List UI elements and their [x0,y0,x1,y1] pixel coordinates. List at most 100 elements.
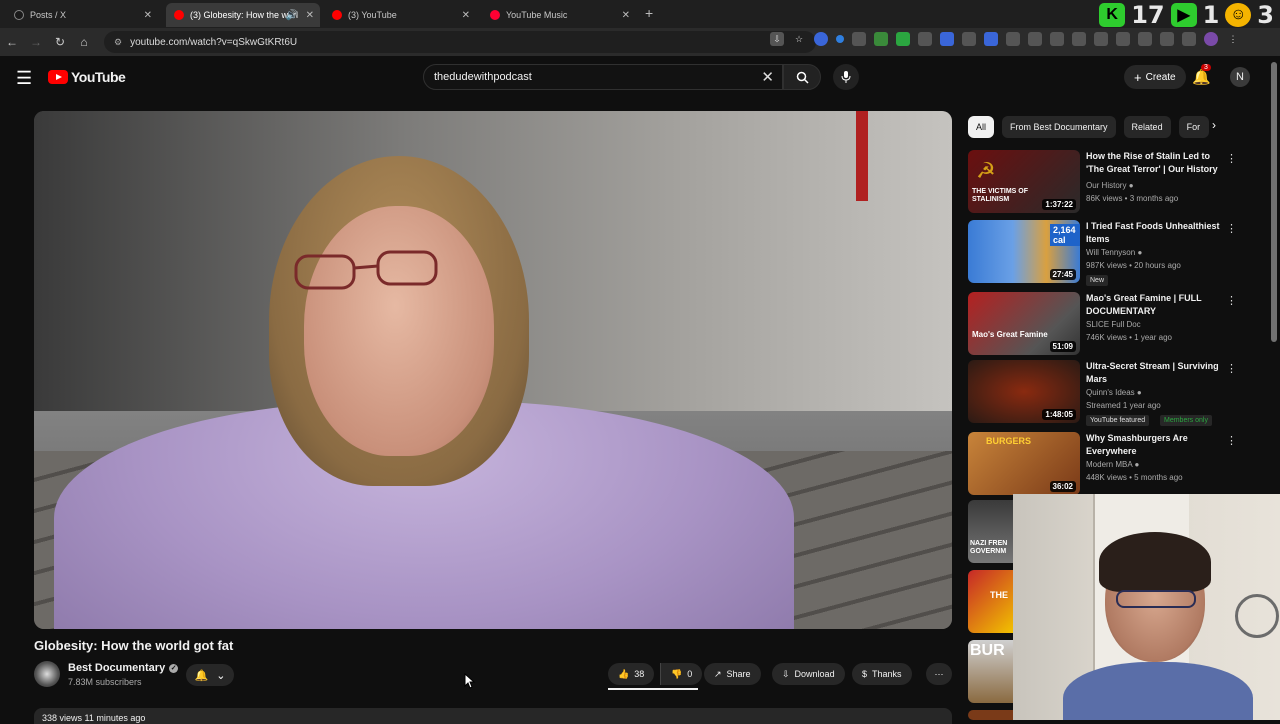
dislike-button[interactable]: 👎 0 [660,663,703,685]
more-vertical-icon[interactable]: ⋮ [1226,294,1237,307]
extension-icon[interactable] [962,32,976,46]
forward-icon[interactable]: → [24,35,48,49]
extension-icon[interactable] [836,35,844,43]
recommendation-item[interactable]: 2,164 cal 27:45 I Tried Fast Foods Unhea… [968,220,1248,286]
chip-from-channel[interactable]: From Best Documentary [1002,116,1116,138]
search-input[interactable]: thedudewithpodcast ✕ [423,64,783,90]
recommendation-channel[interactable]: Our History ● [1086,181,1134,190]
more-vertical-icon[interactable]: ⋮ [1226,222,1237,235]
chip-all[interactable]: All [968,116,995,138]
extension-icon[interactable] [1072,32,1086,46]
k-icon: K [1099,3,1126,27]
recommendation-channel[interactable]: SLICE Full Doc [1086,320,1141,329]
recommendation-title[interactable]: Mao's Great Famine | FULL DOCUMENTARY [1086,292,1220,318]
extension-icon[interactable] [852,32,866,46]
extension-icon[interactable] [1006,32,1020,46]
profile-avatar[interactable] [1204,32,1218,46]
tab-youtube-music[interactable]: YouTube Music ✕ [482,3,636,27]
chip-related[interactable]: Related [1123,116,1171,138]
extension-icon[interactable] [1182,32,1196,46]
recommendation-title[interactable]: I Tried Fast Foods Unhealthiest Items [1086,220,1220,246]
create-button[interactable]: + Create [1124,65,1186,89]
video-thumbnail[interactable]: 2,164 cal 27:45 [968,220,1080,283]
search-button[interactable] [783,64,821,90]
devtools-icon[interactable] [1094,32,1108,46]
tab-posts-x[interactable]: Posts / X ✕ [6,3,158,27]
video-thumbnail[interactable]: 1:48:05 [968,360,1080,423]
recommendation-item[interactable]: ☭ THE VICTIMS OF STALINISM 1:37:22 How t… [968,150,1248,216]
browser-toolbar: ← → ↻ ⌂ ⚙ youtube.com/watch?v=qSkwGtKRt6… [0,28,1280,56]
video-thumbnail[interactable]: BURGERS 36:02 [968,432,1080,495]
recommendation-item[interactable]: BURGERS 36:02 Why Smashburgers Are Every… [968,432,1248,498]
video-player[interactable] [34,111,952,629]
webcam-person-body [1063,662,1253,720]
like-button[interactable]: 👍 38 [608,663,655,685]
recommendation-title[interactable]: How the Rise of Stalin Led to 'The Great… [1086,150,1220,176]
sidepanel-icon[interactable] [1138,32,1152,46]
extension-icon[interactable] [1160,32,1174,46]
voice-search-button[interactable] [833,64,859,90]
share-button[interactable]: ↗ Share [704,663,761,685]
extension-icon[interactable] [874,32,888,46]
site-info-icon[interactable]: ⚙ [114,37,122,48]
channel-avatar[interactable] [34,661,60,687]
recommendation-title[interactable]: Ultra-Secret Stream | Surviving Mars [1086,360,1220,386]
more-vertical-icon[interactable]: ⋮ [1226,152,1237,165]
youtube-logo[interactable]: YouTube [48,69,126,85]
thanks-button[interactable]: $ Thanks [852,663,912,685]
more-vertical-icon[interactable]: ⋮ [1226,434,1237,447]
bookmark-star-icon[interactable]: ☆ [792,32,806,46]
video-thumbnail[interactable] [968,710,1013,720]
home-icon[interactable]: ⌂ [72,35,96,49]
video-thumbnail[interactable]: Mao's Great Famine 51:09 [968,292,1080,355]
close-tab-icon[interactable]: ✕ [144,10,152,21]
extension-icon[interactable] [814,32,828,46]
recommendation-channel[interactable]: Will Tennyson ● [1086,248,1142,257]
download-button[interactable]: ⇩ Download [772,663,845,685]
video-thumbnail[interactable]: THE [968,570,1013,633]
hamburger-menu-icon[interactable]: ☰ [16,68,32,89]
recommendation-channel[interactable]: Modern MBA ● [1086,460,1139,469]
channel-name-row[interactable]: Best Documentary ✓ [68,662,179,674]
featured-badge: YouTube featured [1086,415,1150,426]
video-thumbnail[interactable]: BUR [968,640,1013,703]
history-icon[interactable] [1050,32,1064,46]
install-app-icon[interactable]: ⇩ [770,32,784,46]
tab-globesity[interactable]: (3) Globesity: How the worl 🔊 ✕ [166,3,320,27]
new-badge: New [1086,275,1109,286]
extension-icon[interactable] [984,32,998,46]
notifications-button[interactable]: 🔔 3 [1192,64,1211,86]
back-icon[interactable]: ← [0,35,24,49]
chevron-right-icon[interactable]: › [1212,118,1216,132]
page-scrollbar[interactable] [1271,62,1277,342]
extensions-puzzle-icon[interactable] [1028,32,1042,46]
address-bar[interactable]: ⚙ youtube.com/watch?v=qSkwGtKRt6U [104,31,816,53]
video-thumbnail[interactable]: NAZI FREN GOVERNM [968,500,1013,563]
extension-icon[interactable] [918,32,932,46]
recommendation-channel[interactable]: Quinn's Ideas ● [1086,388,1142,397]
clear-search-icon[interactable]: ✕ [761,68,774,86]
description-box[interactable]: 338 views 11 minutes ago [34,708,952,724]
extension-icon[interactable] [1116,32,1130,46]
close-tab-icon[interactable]: ✕ [306,10,314,21]
more-vertical-icon[interactable]: ⋮ [1226,362,1237,375]
reload-icon[interactable]: ↻ [48,35,72,49]
video-thumbnail[interactable]: ☭ THE VICTIMS OF STALINISM 1:37:22 [968,150,1080,213]
speaker-icon[interactable]: 🔊 [286,10,298,21]
tab-youtube[interactable]: (3) YouTube ✕ [324,3,476,27]
browser-menu-icon[interactable]: ⋮ [1226,32,1240,46]
close-tab-icon[interactable]: ✕ [622,10,630,21]
account-avatar[interactable]: N [1230,67,1250,87]
subscription-bell-button[interactable]: 🔔 ⌄ [186,664,234,686]
close-tab-icon[interactable]: ✕ [462,10,470,21]
extension-icon[interactable] [896,32,910,46]
browser-tabstrip: Posts / X ✕ (3) Globesity: How the worl … [0,0,1280,29]
more-actions-button[interactable]: ⋯ [926,663,952,685]
new-tab-button[interactable]: + [645,5,653,21]
chip-for-you[interactable]: For [1178,116,1209,138]
extension-icon[interactable] [940,32,954,46]
recommendation-item[interactable]: 1:48:05 Ultra-Secret Stream | Surviving … [968,360,1248,426]
recommendation-title[interactable]: Why Smashburgers Are Everywhere [1086,432,1220,458]
youtube-music-favicon-icon [490,10,500,20]
recommendation-item[interactable]: Mao's Great Famine 51:09 Mao's Great Fam… [968,292,1248,358]
